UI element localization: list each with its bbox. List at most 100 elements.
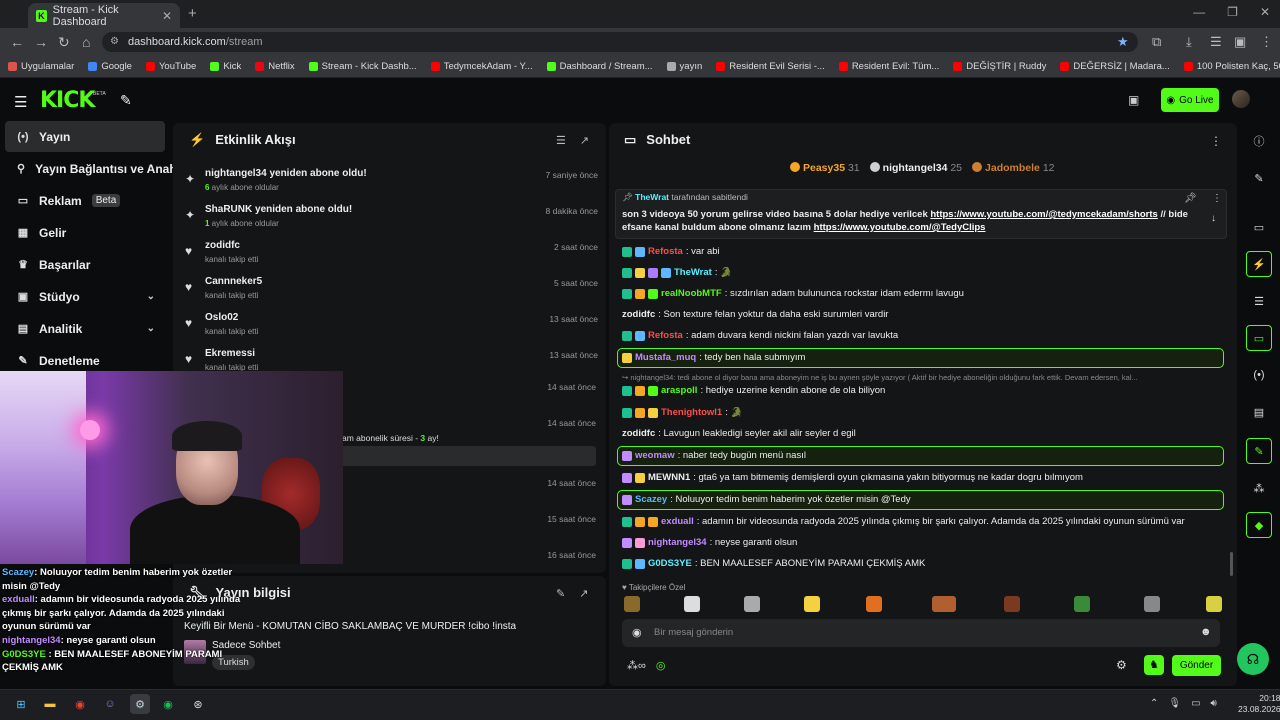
screen-icon[interactable]: ▭ bbox=[1246, 214, 1272, 240]
chat-username[interactable]: TheWrat bbox=[674, 267, 712, 278]
maximize-icon[interactable]: ❐ bbox=[1227, 5, 1238, 19]
reload-icon[interactable]: ↻ bbox=[58, 34, 70, 51]
pinned-user[interactable]: TheWrat bbox=[635, 192, 669, 202]
spotify-icon[interactable]: ◉ bbox=[158, 694, 178, 714]
sidebar-item[interactable]: ▦ Gelir bbox=[5, 217, 165, 248]
send-button[interactable]: Gönder bbox=[1172, 655, 1221, 676]
back-icon[interactable]: ← bbox=[10, 34, 24, 50]
file-explorer-icon[interactable]: ▬ bbox=[40, 694, 60, 714]
media-icon[interactable]: ☰ bbox=[1210, 34, 1222, 50]
volume-icon[interactable]: 🔊︎ bbox=[1211, 698, 1217, 709]
activity-rail-icon[interactable]: ⚡ bbox=[1246, 251, 1272, 277]
bookmark-star-icon[interactable]: ★ bbox=[1117, 34, 1129, 50]
filter-icon[interactable]: ☰ bbox=[556, 134, 566, 147]
bookmark-item[interactable]: DEĞİŞTİR | Ruddy bbox=[953, 61, 1046, 72]
extensions-icon[interactable]: ⧉ bbox=[1152, 34, 1161, 50]
expand-pinned-icon[interactable]: ↓ bbox=[1211, 213, 1216, 224]
kick-points-icon[interactable]: ◎ bbox=[656, 659, 666, 672]
bookmark-item[interactable]: Stream - Kick Dashb... bbox=[308, 61, 417, 72]
emote-item[interactable] bbox=[1074, 596, 1090, 612]
help-icon[interactable]: ☊ bbox=[1237, 643, 1269, 675]
chat-username[interactable]: Refosta bbox=[648, 330, 683, 341]
sidebar-item[interactable]: ⚲ Yayın Bağlantısı ve Anahtarı bbox=[5, 153, 195, 184]
windows-start-icon[interactable]: ⊞ bbox=[11, 694, 31, 714]
sidebar-item[interactable]: ♛ Başarılar bbox=[5, 249, 165, 280]
leaderboard-entry[interactable]: Jadombele 12 bbox=[972, 162, 1055, 174]
bookmark-item[interactable]: Netflix bbox=[255, 61, 295, 72]
sidebar-item[interactable]: (•) Yayın bbox=[5, 121, 165, 152]
chat-rail-icon[interactable]: ▭ bbox=[1246, 325, 1272, 351]
chevron-down-icon[interactable]: ⌄ bbox=[147, 323, 155, 334]
emote-item[interactable] bbox=[744, 596, 760, 612]
bookmark-item[interactable]: Google bbox=[88, 61, 132, 72]
chat-settings-icon[interactable]: ⚙ bbox=[1116, 658, 1127, 672]
chat-scrollbar[interactable] bbox=[1230, 552, 1233, 576]
info-icon[interactable]: ⓘ bbox=[1246, 128, 1272, 154]
home-icon[interactable]: ⌂ bbox=[82, 34, 90, 50]
camera-icon[interactable]: ▣ bbox=[1128, 93, 1139, 107]
chat-username[interactable]: exduall bbox=[661, 516, 694, 527]
popout-icon[interactable]: ↗ bbox=[579, 587, 588, 600]
emote-item[interactable] bbox=[866, 596, 882, 612]
emote-item[interactable] bbox=[1206, 596, 1222, 612]
chat-username[interactable]: MEWNN1 bbox=[648, 472, 690, 483]
tray-chevron-icon[interactable]: ⌃ bbox=[1150, 698, 1158, 709]
discord-icon[interactable]: ☺ bbox=[100, 694, 120, 714]
download-icon[interactable]: ⤓ bbox=[1186, 34, 1192, 50]
kick-emote-icon[interactable]: ♞ bbox=[1144, 655, 1164, 675]
close-tab-icon[interactable]: ✕ bbox=[162, 9, 172, 23]
chrome-icon[interactable]: ◉ bbox=[70, 694, 90, 714]
broadcast-icon[interactable]: (•) bbox=[1246, 362, 1272, 388]
bookmark-item[interactable]: yayın bbox=[666, 61, 702, 72]
hamburger-menu-icon[interactable]: ☰ bbox=[14, 93, 27, 111]
emote-item[interactable] bbox=[1144, 596, 1160, 612]
bookmark-item[interactable]: Uygulamalar bbox=[8, 61, 74, 72]
emote-item[interactable] bbox=[624, 596, 640, 612]
chat-username[interactable]: Scazey bbox=[635, 494, 667, 505]
list-icon[interactable]: ☰ bbox=[1246, 288, 1272, 314]
bookmark-item[interactable]: Dashboard / Stream... bbox=[546, 61, 653, 72]
network-icon[interactable]: ▭ bbox=[1191, 698, 1200, 709]
menu-icon[interactable]: ⋮ bbox=[1260, 34, 1273, 50]
users-icon[interactable]: ⁂ bbox=[1246, 475, 1272, 501]
emote-item[interactable] bbox=[804, 596, 820, 612]
close-window-icon[interactable]: ✕ bbox=[1260, 5, 1270, 19]
emote-item[interactable] bbox=[684, 596, 700, 612]
sidebar-item[interactable]: ▤ Analitik ⌄ bbox=[5, 313, 165, 344]
tools-icon[interactable]: ✎ bbox=[120, 92, 132, 109]
leaderboard-entry[interactable]: nightangel34 25 bbox=[869, 162, 962, 174]
profile-icon[interactable]: ▣ bbox=[1234, 34, 1246, 50]
microphone-icon[interactable]: 🎙︎ bbox=[1168, 698, 1181, 709]
browser-tab[interactable]: K Stream - Kick Dashboard ✕ bbox=[28, 3, 180, 28]
chat-username[interactable]: realNoobMTF bbox=[661, 288, 722, 299]
pinned-link-1[interactable]: https://www.youtube.com/@tedymcekadam/sh… bbox=[930, 209, 1157, 220]
pinned-more-icon[interactable]: ⋮ bbox=[1212, 193, 1222, 204]
go-live-button[interactable]: ◉ Go Live bbox=[1161, 88, 1219, 112]
chat-username[interactable]: araspoll bbox=[661, 385, 697, 396]
unpin-icon[interactable]: 📌︎ bbox=[1184, 193, 1197, 204]
bookmark-item[interactable]: YouTube bbox=[145, 61, 196, 72]
pinned-link-2[interactable]: https://www.youtube.com/@TedyClips bbox=[814, 222, 986, 233]
minimize-icon[interactable]: — bbox=[1193, 5, 1205, 19]
emote-item[interactable] bbox=[932, 596, 956, 612]
chat-more-icon[interactable]: ⋮ bbox=[1210, 134, 1222, 148]
app-icon[interactable]: ⊛ bbox=[188, 694, 208, 714]
sidebar-item[interactable]: ▣ Stüdyo ⌄ bbox=[5, 281, 165, 312]
chat-username[interactable]: zodidfc bbox=[622, 309, 655, 320]
printer-icon[interactable]: ▤ bbox=[1246, 399, 1272, 425]
bookmark-item[interactable]: Resident Evil Serisi -... bbox=[716, 61, 825, 72]
site-info-icon[interactable]: ⚙ bbox=[110, 36, 119, 47]
bookmark-item[interactable]: TedymcekAdam - Y... bbox=[430, 61, 533, 72]
bookmark-item[interactable]: Kick bbox=[210, 61, 241, 72]
sidebar-item[interactable]: ▭ Reklam Beta bbox=[5, 185, 165, 216]
bookmark-item[interactable]: Resident Evil: Tüm... bbox=[838, 61, 939, 72]
leaderboard-entry[interactable]: Peasy35 31 bbox=[790, 162, 860, 174]
forward-icon[interactable]: → bbox=[34, 34, 48, 50]
chat-identity-icon[interactable]: ◉ bbox=[632, 626, 642, 639]
chat-username[interactable]: Mustafa_muq bbox=[635, 352, 696, 363]
chat-username[interactable]: Refosta bbox=[648, 246, 683, 257]
popout-icon[interactable]: ↗ bbox=[580, 134, 589, 147]
chat-username[interactable]: G0DS3YE bbox=[648, 558, 692, 569]
kick-logo[interactable]: KICK bbox=[40, 88, 95, 113]
chat-username[interactable]: nightangel34 bbox=[648, 537, 707, 548]
